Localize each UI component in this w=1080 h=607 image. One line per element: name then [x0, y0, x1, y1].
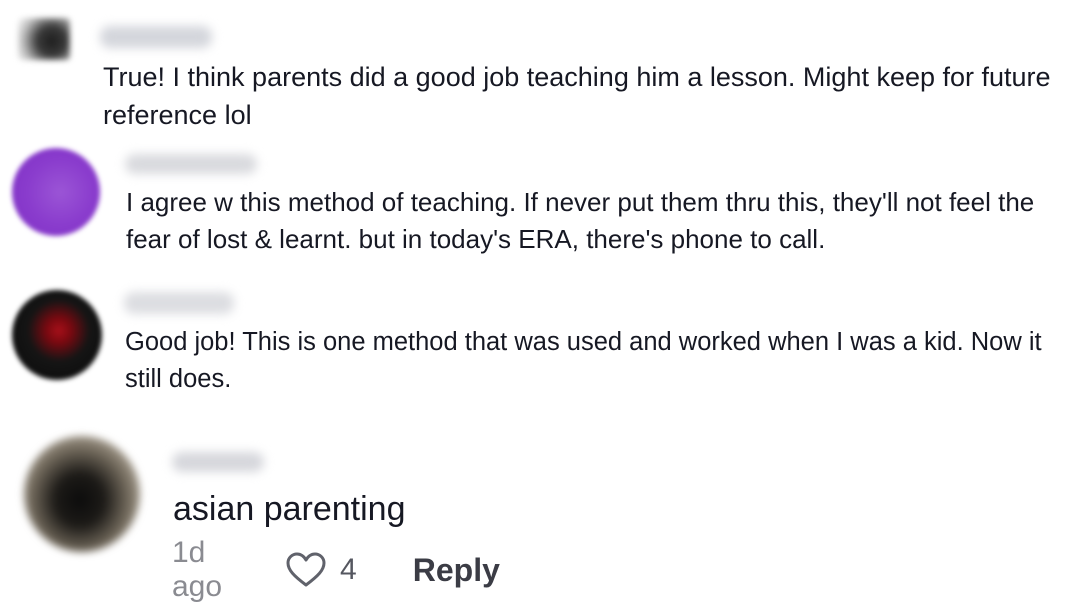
comment-text: asian parenting [173, 490, 406, 528]
comment-text: True! I think parents did a good job tea… [103, 62, 1059, 130]
avatar[interactable] [12, 148, 100, 236]
comment-text: I agree w this method of teaching. If ne… [126, 187, 1042, 254]
like-count: 4 [340, 553, 357, 586]
username-blurred[interactable] [125, 154, 257, 174]
avatar[interactable] [12, 290, 102, 380]
like-button[interactable]: 4 [286, 552, 357, 588]
username-blurred[interactable] [100, 26, 212, 48]
username-blurred[interactable] [124, 292, 234, 314]
comment-actions: 1d ago 4 Reply [172, 536, 500, 603]
username-blurred[interactable] [172, 452, 264, 472]
comment-text: Good job! This is one method that was us… [125, 328, 1049, 393]
comment-timestamp: 1d ago [172, 536, 223, 603]
avatar[interactable] [24, 436, 140, 552]
heart-outline-icon[interactable] [286, 552, 326, 588]
reply-button[interactable]: Reply [413, 552, 500, 589]
avatar[interactable] [18, 18, 70, 60]
